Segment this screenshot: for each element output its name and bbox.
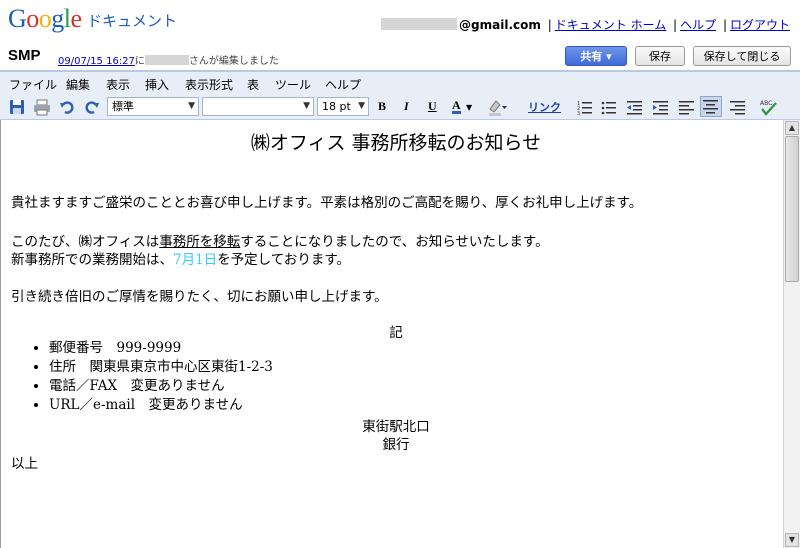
print-icon[interactable] bbox=[33, 97, 51, 117]
chevron-down-icon: ▼ bbox=[188, 101, 195, 111]
separator: | bbox=[722, 18, 727, 32]
redacted-editor bbox=[144, 55, 189, 65]
google-logo[interactable]: Google bbox=[8, 4, 82, 34]
logo-letter-4: g bbox=[51, 4, 64, 33]
document-area[interactable]: ㈱オフィス 事務所移転のお知らせ 貴社ますますご盛栄のこととお喜び申し上げます。… bbox=[0, 120, 800, 548]
edit-status-suffix: さんが編集しました bbox=[188, 56, 279, 67]
centered-line: 銀行 bbox=[382, 437, 410, 453]
link-button[interactable]: リンク bbox=[528, 99, 561, 115]
menu-file[interactable]: ファイル bbox=[9, 76, 57, 93]
logout-link[interactable]: ログアウト bbox=[730, 18, 790, 32]
style-dropdown[interactable]: 標準 ▼ bbox=[107, 97, 199, 116]
font-dropdown[interactable]: ▼ bbox=[202, 97, 314, 116]
menu-table[interactable]: 表 bbox=[247, 76, 259, 93]
align-left-icon[interactable] bbox=[679, 97, 695, 117]
list-item: URL／e-mail 変更ありません bbox=[49, 396, 273, 415]
align-center-button[interactable] bbox=[700, 96, 722, 117]
spellcheck-icon[interactable]: ABC bbox=[759, 97, 779, 117]
header: Google ドキュメント @gmail.com | ドキュメント ホーム | ヘル… bbox=[0, 0, 800, 44]
account-bar: @gmail.com | ドキュメント ホーム | ヘルプ | ログアウト bbox=[381, 16, 790, 33]
menu-tools[interactable]: ツール bbox=[275, 76, 311, 93]
share-button[interactable]: 共有 ▾ bbox=[565, 46, 627, 66]
logo-letter-5: l bbox=[63, 4, 71, 33]
logo-letter-6: e bbox=[70, 4, 83, 33]
product-name: ドキュメント bbox=[87, 12, 178, 30]
increase-indent-icon[interactable] bbox=[653, 97, 669, 117]
redo-icon[interactable] bbox=[84, 97, 100, 117]
start-date-text: を予定しております。 bbox=[217, 252, 351, 268]
ki-heading: 記 bbox=[389, 325, 403, 341]
list-item: 郵便番号 999-9999 bbox=[49, 339, 273, 358]
list-item: 電話／FAX 変更ありません bbox=[49, 377, 273, 396]
separator: | bbox=[673, 18, 678, 32]
logo-letter-1: G bbox=[8, 4, 27, 33]
font-size-dropdown[interactable]: 18 pt ▼ bbox=[317, 97, 369, 116]
italic-button[interactable]: I bbox=[404, 99, 409, 114]
paragraph-announcement: このたび、㈱オフィスは事務所を移転することになりましたので、お知らせいたします。 bbox=[11, 230, 549, 250]
menu-view[interactable]: 表示 bbox=[106, 76, 130, 93]
save-icon[interactable] bbox=[9, 97, 25, 117]
help-link[interactable]: ヘルプ bbox=[680, 18, 716, 32]
align-right-icon[interactable] bbox=[730, 97, 746, 117]
document-name[interactable]: SMP bbox=[8, 47, 41, 64]
revision-timestamp-link[interactable]: 09/07/15 16:27 bbox=[58, 56, 135, 67]
bullet-list-icon[interactable] bbox=[601, 97, 617, 117]
menu-format[interactable]: 表示形式 bbox=[185, 76, 233, 93]
underline-button[interactable]: U bbox=[428, 99, 437, 114]
style-value: 標準 bbox=[112, 100, 134, 113]
spellcheck-label: ABC bbox=[760, 100, 772, 107]
list-item: 住所 関東県東京市中心区東街1-2-3 bbox=[49, 358, 273, 377]
paragraph-greeting: 貴社ますますご盛栄のこととお喜び申し上げます。平素は格別のご高配を賜り、厚くお礼… bbox=[11, 195, 643, 211]
menu-insert[interactable]: 挿入 bbox=[145, 76, 169, 93]
menu-help[interactable]: ヘルプ bbox=[325, 76, 361, 93]
text-color-button[interactable]: A bbox=[452, 99, 461, 114]
highlight-icon[interactable] bbox=[486, 97, 508, 117]
menu-bar: ファイル 編集 表示 挿入 表示形式 表 ツール ヘルプ bbox=[0, 70, 800, 94]
closing-text: 以上 bbox=[11, 456, 38, 472]
scroll-thumb[interactable] bbox=[785, 136, 799, 282]
vertical-scrollbar[interactable]: ▲ ▼ bbox=[783, 120, 800, 548]
font-size-value: 18 pt bbox=[322, 100, 351, 113]
redacted-username bbox=[381, 18, 458, 30]
scroll-up-icon[interactable]: ▲ bbox=[785, 121, 799, 135]
separator: | bbox=[547, 18, 552, 32]
undo-icon[interactable] bbox=[59, 97, 75, 117]
doc-title-row: SMP 09/07/15 16:27に さんが編集しました 共有 ▾ 保存 保存し… bbox=[0, 44, 800, 68]
logo-letter-2: o bbox=[26, 4, 39, 33]
toolbar: 標準 ▼ ▼ 18 pt ▼ B I U A ▼ リンク 123 ABC bbox=[0, 94, 800, 120]
start-date-text: 新事務所での業務開始は、 bbox=[11, 252, 173, 268]
scroll-down-icon[interactable]: ▼ bbox=[785, 533, 799, 547]
highlighted-date: 7月1日 bbox=[173, 252, 218, 268]
chevron-down-icon: ▼ bbox=[358, 101, 365, 111]
decrease-indent-icon[interactable] bbox=[627, 97, 643, 117]
svg-text:3: 3 bbox=[577, 111, 580, 117]
document-heading: ㈱オフィス 事務所移転のお知らせ bbox=[250, 132, 542, 154]
edit-status: 09/07/15 16:27に さんが編集しました bbox=[58, 52, 279, 67]
save-and-close-button[interactable]: 保存して閉じる bbox=[693, 46, 791, 66]
chevron-down-icon[interactable]: ▼ bbox=[466, 103, 472, 112]
numbered-list-icon[interactable]: 123 bbox=[577, 97, 593, 117]
details-list: 郵便番号 999-9999 住所 関東県東京市中心区東街1-2-3 電話／FAX… bbox=[11, 339, 273, 415]
paragraph-start-date: 新事務所での業務開始は、7月1日を予定しております。 bbox=[11, 248, 350, 268]
paragraph-request: 引き続き倍旧のご厚情を賜りたく、切にお願い申し上げます。 bbox=[11, 289, 388, 305]
bold-button[interactable]: B bbox=[378, 99, 386, 114]
save-button[interactable]: 保存 bbox=[635, 46, 685, 66]
menu-edit[interactable]: 編集 bbox=[66, 76, 90, 93]
docs-home-link[interactable]: ドキュメント ホーム bbox=[555, 18, 666, 32]
logo-letter-3: o bbox=[38, 4, 52, 33]
account-email: @gmail.com bbox=[459, 18, 541, 32]
document-body[interactable]: ㈱オフィス 事務所移転のお知らせ 貴社ますますご盛栄のこととお喜び申し上げます。… bbox=[11, 120, 781, 548]
edit-status-prefix: に bbox=[134, 56, 145, 67]
chevron-down-icon: ▼ bbox=[303, 101, 310, 111]
centered-line: 東街駅北口 bbox=[362, 419, 430, 435]
